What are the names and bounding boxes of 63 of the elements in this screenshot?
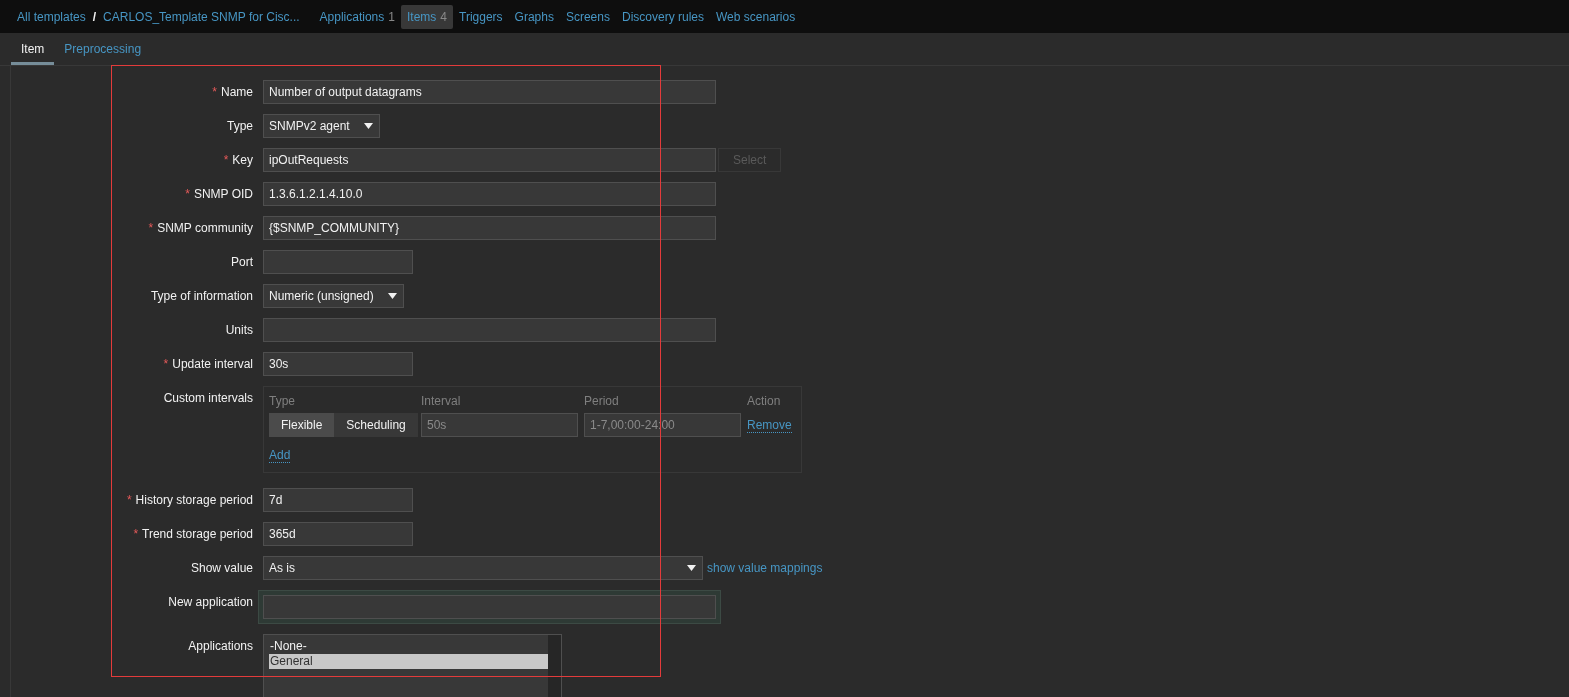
field-label: Custom intervals	[163, 391, 253, 405]
field-label: SNMP community	[157, 221, 253, 235]
form-tab[interactable]: Preprocessing	[54, 36, 152, 65]
field-label: Update interval	[172, 357, 253, 371]
breadcrumb-separator: /	[91, 9, 98, 24]
field-label: Port	[231, 255, 253, 269]
breadcrumb-link[interactable]: CARLOS_Template SNMP for Cisc...	[97, 4, 306, 29]
required-mark: *	[133, 527, 139, 541]
column-header: Action	[747, 393, 781, 408]
value-mappings-link[interactable]: show value mappings	[707, 561, 823, 575]
caret-icon	[363, 123, 373, 129]
input-field[interactable]: ipOutRequests	[263, 148, 716, 172]
dropdown[interactable]: As is	[263, 556, 703, 580]
remove-link[interactable]: Remove	[747, 418, 792, 433]
field-label: History storage period	[135, 493, 253, 507]
list-option[interactable]: -None-	[269, 639, 548, 654]
column-header: Type	[269, 393, 296, 408]
required-mark: *	[126, 493, 132, 507]
column-header: Interval	[421, 393, 462, 408]
interval-field[interactable]: 50s	[421, 413, 578, 437]
list-option[interactable]: General	[269, 654, 548, 669]
listbox[interactable]: -None- General	[263, 634, 562, 697]
mode-toggle[interactable]: Scheduling	[334, 413, 418, 437]
nav-tab[interactable]: Web scenarios	[710, 4, 802, 29]
add-link[interactable]: Add	[269, 448, 291, 463]
nav-tab[interactable]: Applications 1	[313, 4, 401, 29]
form-tab[interactable]: Item	[11, 36, 55, 65]
nav-tab[interactable]: Graphs	[508, 4, 560, 29]
nav-tab[interactable]: Items 4	[400, 4, 453, 29]
caret-icon	[387, 293, 397, 299]
required-mark: *	[223, 153, 229, 167]
mode-toggle[interactable]: Flexible	[269, 413, 335, 437]
dropdown[interactable]: Numeric (unsigned)	[263, 284, 404, 308]
required-mark: *	[163, 357, 169, 371]
field-label: Trend storage period	[142, 527, 253, 541]
breadcrumb-link[interactable]: All templates	[11, 4, 92, 29]
caret-icon	[687, 565, 696, 571]
input-field[interactable]: 7d	[263, 488, 413, 512]
input-field[interactable]	[263, 250, 413, 274]
field-label: Name	[221, 85, 253, 99]
required-mark: *	[212, 85, 217, 99]
field-label: Applications	[188, 639, 253, 653]
column-header: Period	[584, 393, 620, 408]
input-field[interactable]: Number of output datagrams	[263, 80, 716, 104]
field-label: Show value	[190, 561, 253, 575]
input-field[interactable]: 30s	[263, 352, 413, 376]
required-mark: *	[185, 187, 190, 201]
dropdown[interactable]: SNMPv2 agent	[263, 114, 380, 138]
input-field[interactable]	[258, 590, 721, 624]
input-field[interactable]: 365d	[263, 522, 413, 546]
field-label: SNMP OID	[193, 187, 253, 201]
field-label: Type	[227, 119, 253, 133]
required-mark: *	[148, 221, 154, 235]
input-field[interactable]: 1.3.6.1.2.1.4.10.0	[263, 182, 716, 206]
nav-tab[interactable]: Triggers	[453, 4, 509, 29]
nav-tab[interactable]: Discovery rules	[615, 4, 710, 29]
input-field[interactable]	[263, 318, 716, 342]
field-label: Key	[232, 153, 253, 167]
nav-tab[interactable]: Screens	[559, 4, 616, 29]
field-label: Units	[225, 323, 253, 337]
field-label: New application	[168, 595, 253, 609]
field-label: Type of information	[150, 289, 253, 303]
input-field[interactable]: {$SNMP_COMMUNITY}	[263, 216, 716, 240]
